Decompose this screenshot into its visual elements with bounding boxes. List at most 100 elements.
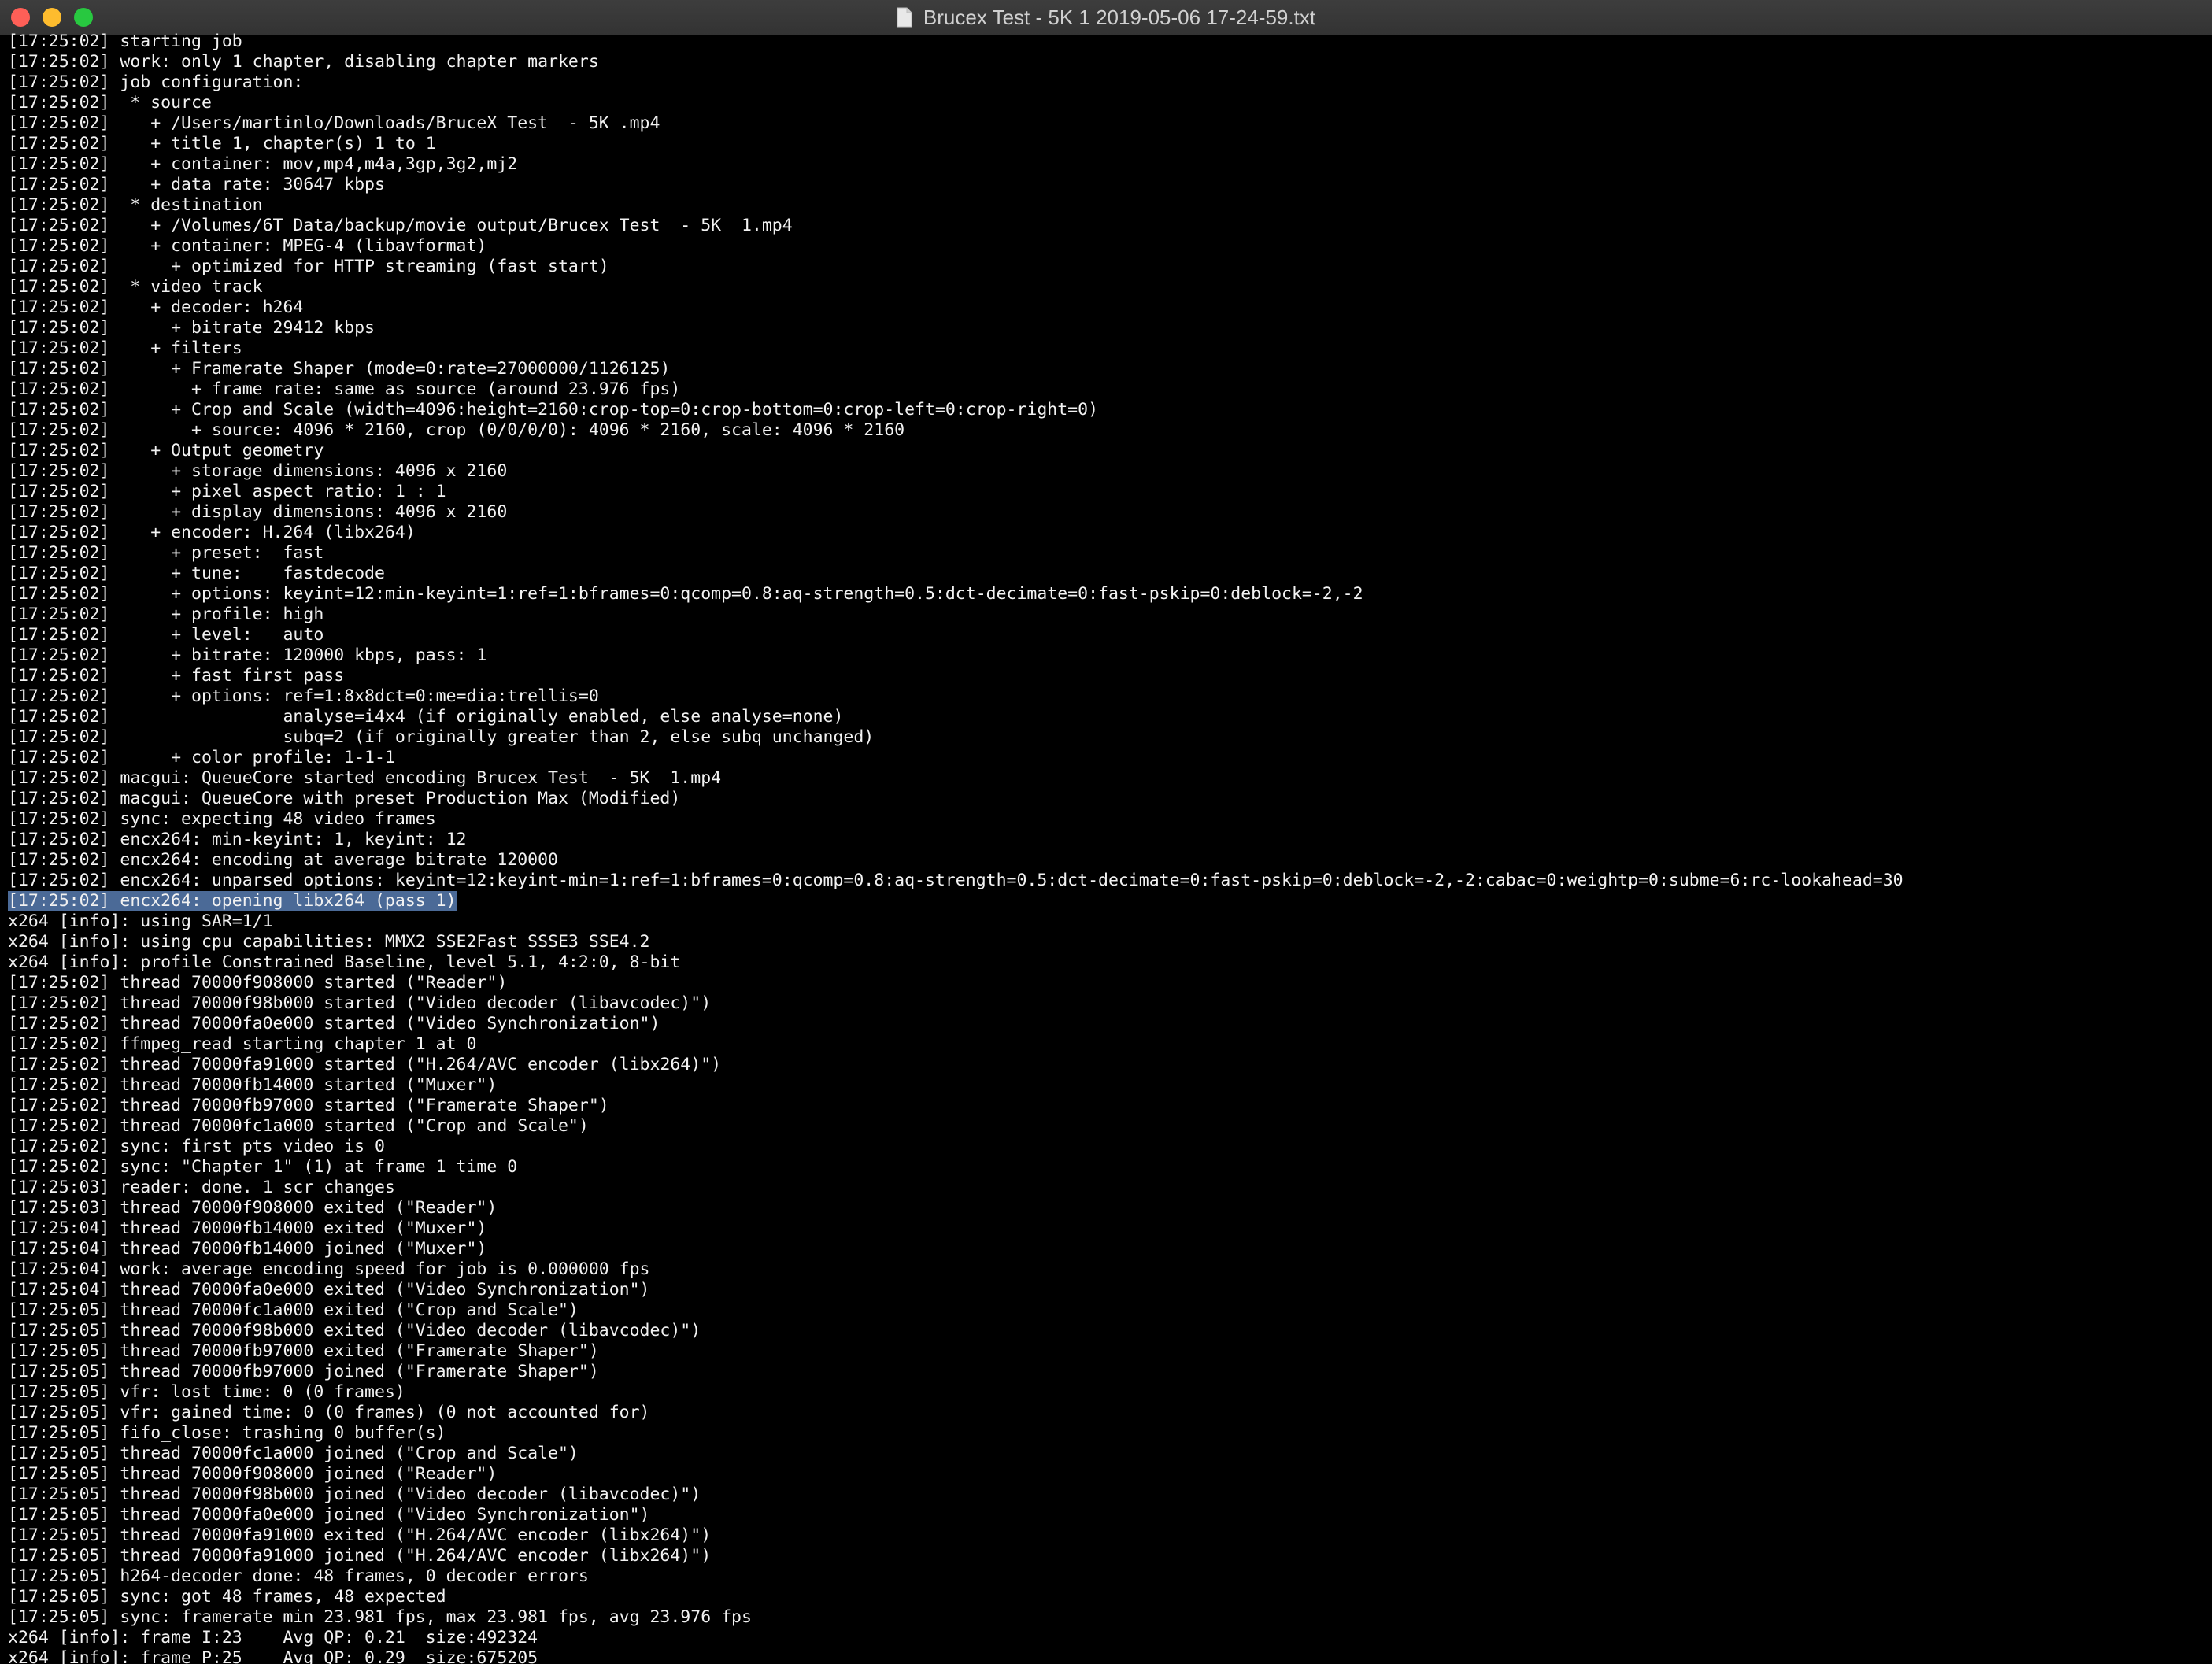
log-line[interactable]: [17:25:04] work: average encoding speed … [8, 1259, 2204, 1280]
log-line[interactable]: [17:25:02] thread 70000f908000 started (… [8, 973, 2204, 993]
log-line[interactable]: [17:25:02] + level: auto [8, 625, 2204, 645]
log-line[interactable]: [17:25:05] sync: framerate min 23.981 fp… [8, 1607, 2204, 1628]
log-line[interactable]: [17:25:02] encx264: encoding at average … [8, 850, 2204, 871]
log-line[interactable]: [17:25:02] + /Users/martinlo/Downloads/B… [8, 113, 2204, 134]
log-line[interactable]: [17:25:02] sync: expecting 48 video fram… [8, 809, 2204, 830]
log-line[interactable]: [17:25:02] thread 70000fa91000 started (… [8, 1055, 2204, 1075]
log-line[interactable]: [17:25:02] + fast first pass [8, 666, 2204, 686]
log-line[interactable]: [17:25:02] + container: MPEG-4 (libavfor… [8, 236, 2204, 257]
log-line-text: [17:25:02] encx264: unparsed options: ke… [8, 871, 1903, 890]
log-line-text: [17:25:02] job configuration: [8, 72, 304, 92]
log-line[interactable]: [17:25:02] work: only 1 chapter, disabli… [8, 52, 2204, 72]
log-line[interactable]: [17:25:02] + source: 4096 * 2160, crop (… [8, 420, 2204, 441]
log-line[interactable]: [17:25:02] subq=2 (if originally greater… [8, 727, 2204, 748]
log-line[interactable]: [17:25:02] + /Volumes/6T Data/backup/mov… [8, 216, 2204, 236]
log-line-text: [17:25:05] sync: got 48 frames, 48 expec… [8, 1587, 446, 1607]
log-line[interactable]: [17:25:02] + frame rate: same as source … [8, 379, 2204, 400]
log-line[interactable]: [17:25:02] ffmpeg_read starting chapter … [8, 1034, 2204, 1055]
log-line-text: [17:25:02] * video track [8, 277, 263, 297]
log-line-text: [17:25:02] + data rate: 30647 kbps [8, 175, 385, 194]
log-line[interactable]: x264 [info]: frame I:23 Avg QP: 0.21 siz… [8, 1628, 2204, 1648]
log-line[interactable]: [17:25:02] + bitrate 29412 kbps [8, 318, 2204, 338]
log-line-text: [17:25:02] thread 70000fb97000 started (… [8, 1096, 609, 1115]
log-line[interactable]: [17:25:04] thread 70000fb14000 exited ("… [8, 1218, 2204, 1239]
text-editor-window: Brucex Test - 5K 1 2019-05-06 17-24-59.t… [0, 0, 2212, 1664]
log-line[interactable]: [17:25:02] * video track [8, 277, 2204, 298]
log-line[interactable]: [17:25:02] + options: ref=1:8x8dct=0:me=… [8, 686, 2204, 707]
log-line[interactable]: [17:25:05] thread 70000fc1a000 exited ("… [8, 1300, 2204, 1321]
log-line[interactable]: [17:25:02] + display dimensions: 4096 x … [8, 502, 2204, 523]
log-line[interactable]: [17:25:02] starting job [8, 31, 2204, 52]
log-line-text: [17:25:05] sync: framerate min 23.981 fp… [8, 1607, 752, 1627]
log-line[interactable]: [17:25:02] + preset: fast [8, 543, 2204, 564]
selected-log-line[interactable]: [17:25:02] encx264: opening libx264 (pas… [8, 891, 2204, 912]
log-line[interactable]: [17:25:02] thread 70000fc1a000 started (… [8, 1116, 2204, 1137]
log-line[interactable]: [17:25:02] + title 1, chapter(s) 1 to 1 [8, 134, 2204, 154]
log-line[interactable]: [17:25:05] h264-decoder done: 48 frames,… [8, 1566, 2204, 1587]
log-line[interactable]: [17:25:02] + storage dimensions: 4096 x … [8, 461, 2204, 482]
log-line[interactable]: [17:25:02] thread 70000fb14000 started (… [8, 1075, 2204, 1096]
log-line[interactable]: [17:25:02] sync: "Chapter 1" (1) at fram… [8, 1157, 2204, 1178]
log-line[interactable]: x264 [info]: using cpu capabilities: MMX… [8, 932, 2204, 952]
log-line[interactable]: [17:25:02] + color profile: 1-1-1 [8, 748, 2204, 768]
log-line-text: [17:25:02] + container: mov,mp4,m4a,3gp,… [8, 154, 518, 174]
log-line[interactable]: [17:25:02] thread 70000f98b000 started (… [8, 993, 2204, 1014]
log-line[interactable]: [17:25:03] reader: done. 1 scr changes [8, 1178, 2204, 1198]
log-line[interactable]: [17:25:02] + Framerate Shaper (mode=0:ra… [8, 359, 2204, 379]
log-line[interactable]: [17:25:02] + Crop and Scale (width=4096:… [8, 400, 2204, 420]
log-line[interactable]: [17:25:02] + filters [8, 338, 2204, 359]
log-line[interactable]: [17:25:02] + options: keyint=12:min-keyi… [8, 584, 2204, 605]
log-line[interactable]: [17:25:05] thread 70000f908000 joined ("… [8, 1464, 2204, 1485]
log-line[interactable]: [17:25:02] + decoder: h264 [8, 298, 2204, 318]
log-line-text: [17:25:02] + encoder: H.264 (libx264) [8, 523, 416, 542]
log-line-text: [17:25:05] vfr: lost time: 0 (0 frames) [8, 1382, 405, 1402]
log-line[interactable]: [17:25:02] thread 70000fb97000 started (… [8, 1096, 2204, 1116]
log-line[interactable]: [17:25:02] + bitrate: 120000 kbps, pass:… [8, 645, 2204, 666]
log-line[interactable]: [17:25:03] thread 70000f908000 exited ("… [8, 1198, 2204, 1218]
log-line[interactable]: [17:25:05] thread 70000fa91000 joined ("… [8, 1546, 2204, 1566]
log-line[interactable]: [17:25:05] fifo_close: trashing 0 buffer… [8, 1423, 2204, 1444]
log-line-text: [17:25:02] ffmpeg_read starting chapter … [8, 1034, 477, 1054]
log-line[interactable]: [17:25:02] analyse=i4x4 (if originally e… [8, 707, 2204, 727]
log-line[interactable]: [17:25:02] + tune: fastdecode [8, 564, 2204, 584]
log-line[interactable]: [17:25:02] job configuration: [8, 72, 2204, 93]
log-line[interactable]: [17:25:02] + data rate: 30647 kbps [8, 175, 2204, 195]
log-line[interactable]: [17:25:02] + container: mov,mp4,m4a,3gp,… [8, 154, 2204, 175]
log-line[interactable]: [17:25:05] thread 70000fa0e000 joined ("… [8, 1505, 2204, 1525]
log-line[interactable]: [17:25:02] encx264: unparsed options: ke… [8, 871, 2204, 891]
log-line[interactable]: [17:25:02] encx264: min-keyint: 1, keyin… [8, 830, 2204, 850]
log-line[interactable]: [17:25:02] + Output geometry [8, 441, 2204, 461]
log-line[interactable]: [17:25:05] vfr: lost time: 0 (0 frames) [8, 1382, 2204, 1403]
log-line-text: [17:25:02] + profile: high [8, 605, 324, 624]
log-line[interactable]: [17:25:05] thread 70000f98b000 exited ("… [8, 1321, 2204, 1341]
log-line[interactable]: [17:25:05] thread 70000f98b000 joined ("… [8, 1485, 2204, 1505]
log-line[interactable]: [17:25:02] * source [8, 93, 2204, 113]
log-line[interactable]: [17:25:05] thread 70000fc1a000 joined ("… [8, 1444, 2204, 1464]
log-line[interactable]: [17:25:05] thread 70000fa91000 exited ("… [8, 1525, 2204, 1546]
log-line-text: [17:25:02] + bitrate 29412 kbps [8, 318, 375, 338]
log-line[interactable]: [17:25:02] * destination [8, 195, 2204, 216]
log-line[interactable]: [17:25:02] thread 70000fa0e000 started (… [8, 1014, 2204, 1034]
log-line[interactable]: [17:25:05] sync: got 48 frames, 48 expec… [8, 1587, 2204, 1607]
log-line[interactable]: x264 [info]: using SAR=1/1 [8, 912, 2204, 932]
log-line[interactable]: x264 [info]: profile Constrained Baselin… [8, 952, 2204, 973]
log-line[interactable]: x264 [info]: frame P:25 Avg QP: 0.29 siz… [8, 1648, 2204, 1664]
log-line[interactable]: [17:25:02] sync: first pts video is 0 [8, 1137, 2204, 1157]
log-line[interactable]: [17:25:02] + profile: high [8, 605, 2204, 625]
log-line[interactable]: [17:25:02] macgui: QueueCore with preset… [8, 789, 2204, 809]
log-line[interactable]: [17:25:05] thread 70000fb97000 exited ("… [8, 1341, 2204, 1362]
log-line-text: [17:25:02] * destination [8, 195, 263, 215]
log-line-text: x264 [info]: using SAR=1/1 [8, 912, 273, 931]
log-line[interactable]: [17:25:02] macgui: QueueCore started enc… [8, 768, 2204, 789]
log-line[interactable]: [17:25:04] thread 70000fb14000 joined ("… [8, 1239, 2204, 1259]
log-line[interactable]: [17:25:02] + pixel aspect ratio: 1 : 1 [8, 482, 2204, 502]
log-text-area[interactable]: [17:25:02] starting job [17:25:02] work: … [8, 31, 2204, 1664]
log-line[interactable]: [17:25:05] thread 70000fb97000 joined ("… [8, 1362, 2204, 1382]
log-line[interactable]: [17:25:04] thread 70000fa0e000 exited ("… [8, 1280, 2204, 1300]
log-line-text: [17:25:05] thread 70000fb97000 joined ("… [8, 1362, 599, 1381]
log-line[interactable]: [17:25:05] vfr: gained time: 0 (0 frames… [8, 1403, 2204, 1423]
log-line[interactable]: [17:25:02] + optimized for HTTP streamin… [8, 257, 2204, 277]
log-line[interactable]: [17:25:02] + encoder: H.264 (libx264) [8, 523, 2204, 543]
log-line-text: [17:25:02] * source [8, 93, 212, 113]
title-bar[interactable]: Brucex Test - 5K 1 2019-05-06 17-24-59.t… [0, 0, 2212, 35]
